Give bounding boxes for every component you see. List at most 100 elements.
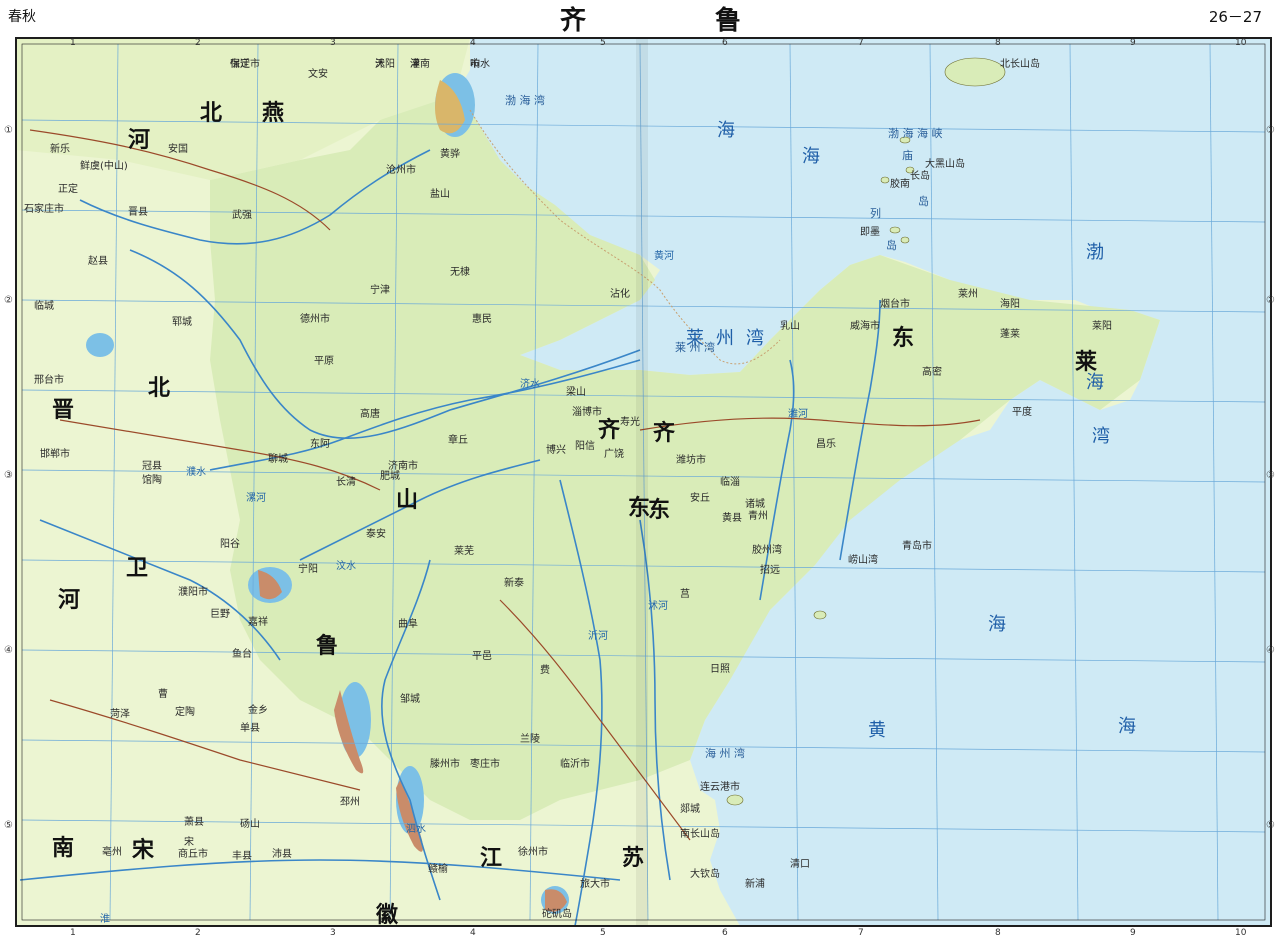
map-title: 齐 鲁 (560, 6, 802, 36)
city-label: 即墨 (860, 227, 880, 238)
city-label: 大钦岛 (690, 869, 720, 880)
state-label: 燕 (262, 101, 285, 126)
city-label: 连云港市 (700, 782, 740, 793)
city-label: 莒 (680, 589, 690, 600)
city-label: 海阳 (1000, 299, 1020, 310)
bottom-ruler-number: 2 (195, 928, 201, 938)
row-marker-right: ⑤ (1266, 820, 1275, 831)
city-label: 安国 (168, 144, 188, 155)
city-label: 北长山岛 (1000, 59, 1040, 70)
city-label: 高唐 (360, 409, 380, 420)
sea-small-label: 海 州 湾 (705, 747, 745, 760)
top-ruler-number: 3 (330, 38, 336, 48)
island-7 (813, 610, 827, 620)
city-label: 日照 (710, 664, 730, 675)
city-label: 临淄 (720, 477, 740, 488)
city-label: 潍坊市 (676, 455, 706, 466)
city-label: 晋县 (128, 207, 148, 218)
city-label: 曹 (158, 689, 168, 700)
sea-label: 渤 (1086, 242, 1104, 263)
state-label: 河 (128, 128, 151, 153)
sea-label: 湾 (746, 328, 764, 349)
state-label: 鲁 (316, 634, 339, 659)
city-label: 巨野 (210, 609, 230, 620)
city-label: 枣庄市 (470, 759, 500, 770)
city-label: 单县 (240, 723, 260, 734)
bottom-ruler-number: 4 (470, 928, 476, 938)
city-label: 乳山 (780, 321, 800, 332)
city-label: 赣榆 (428, 864, 448, 875)
sea-label: 海 (1086, 372, 1104, 393)
city-label: 沛县 (272, 849, 292, 860)
city-label: 肥城 (380, 471, 400, 482)
island-6 (944, 57, 1006, 87)
city-label: 商丘市 (178, 849, 208, 860)
city-label: 阳谷 (220, 539, 240, 550)
state-label: 宋 (132, 838, 155, 863)
state-label: 河 (58, 588, 81, 613)
city-label: 聊城 (268, 454, 288, 465)
state-label: 东 (892, 326, 915, 351)
bottom-ruler-number: 3 (330, 928, 336, 938)
row-marker-right: ② (1266, 295, 1275, 306)
top-ruler-number: 8 (995, 38, 1001, 48)
state-label: 卫 (126, 556, 149, 581)
city-label: 威海市 (850, 321, 880, 332)
city-label: 德州市 (300, 314, 330, 325)
city-label: 平原 (314, 356, 334, 367)
sea-label: 海 (1118, 716, 1136, 737)
city-label: 邯郸市 (40, 449, 70, 460)
city-label: 旅大市 (580, 879, 610, 890)
sea-label: 海 (717, 120, 735, 141)
top-ruler-number: 4 (470, 38, 476, 48)
city-label: 兰陵 (520, 734, 540, 745)
bottom-ruler-number: 6 (722, 928, 728, 938)
city-label: 郯城 (680, 804, 700, 815)
city-label: 灌南 (410, 59, 430, 70)
city-label: 蓬莱 (1000, 329, 1020, 340)
sea-label: 海 (988, 614, 1006, 635)
city-label: 大黑山岛 (925, 159, 965, 170)
city-label: 莱阳 (1092, 321, 1112, 332)
city-label: 金乡 (248, 705, 268, 716)
city-label: 新乐 (50, 144, 70, 155)
city-label: 石家庄市 (24, 204, 64, 215)
city-label: 费 (540, 665, 550, 676)
state-label: 南 (52, 836, 75, 861)
city-label: 惠民 (472, 314, 492, 325)
city-label: 萧县 (184, 817, 204, 828)
river-label: 沭河 (648, 601, 668, 612)
river-label: 沂河 (588, 631, 608, 642)
city-label: 邹城 (400, 694, 420, 705)
city-label: 广饶 (604, 449, 624, 460)
top-ruler-number: 6 (722, 38, 728, 48)
city-label: 胶州湾 (752, 545, 782, 556)
city-label: 高密 (922, 367, 942, 378)
row-marker-left: ① (4, 125, 13, 136)
city-label: 章丘 (448, 435, 468, 446)
page-gutter (636, 38, 648, 926)
city-label: 黄骅 (440, 149, 460, 160)
lake-west (86, 333, 114, 357)
top-ruler-number: 1 (70, 38, 76, 48)
city-label: 亳州 (102, 847, 122, 858)
city-label: 邳州 (340, 797, 360, 808)
city-label: 砀山 (240, 819, 260, 830)
city-label: 黄县 (722, 513, 742, 524)
city-label: 丰县 (232, 851, 252, 862)
city-label: 沭阳 (375, 59, 395, 70)
state-label: 山 (396, 488, 419, 513)
island-5 (900, 236, 910, 244)
state-label: 北 (148, 376, 171, 401)
state-label: 晋 (52, 398, 75, 423)
bottom-ruler-number: 7 (858, 928, 864, 938)
city-label: 宿迁 (230, 59, 250, 70)
city-label: 清口 (790, 859, 810, 870)
city-label: 宋 (184, 837, 194, 848)
state-label: 齐 (598, 418, 621, 443)
city-label: 青岛市 (902, 541, 932, 552)
sea-small-label: 列 (870, 207, 881, 220)
river-label: 淮 (100, 914, 110, 925)
bottom-ruler-number: 5 (600, 928, 606, 938)
city-label: 莱芜 (454, 546, 474, 557)
